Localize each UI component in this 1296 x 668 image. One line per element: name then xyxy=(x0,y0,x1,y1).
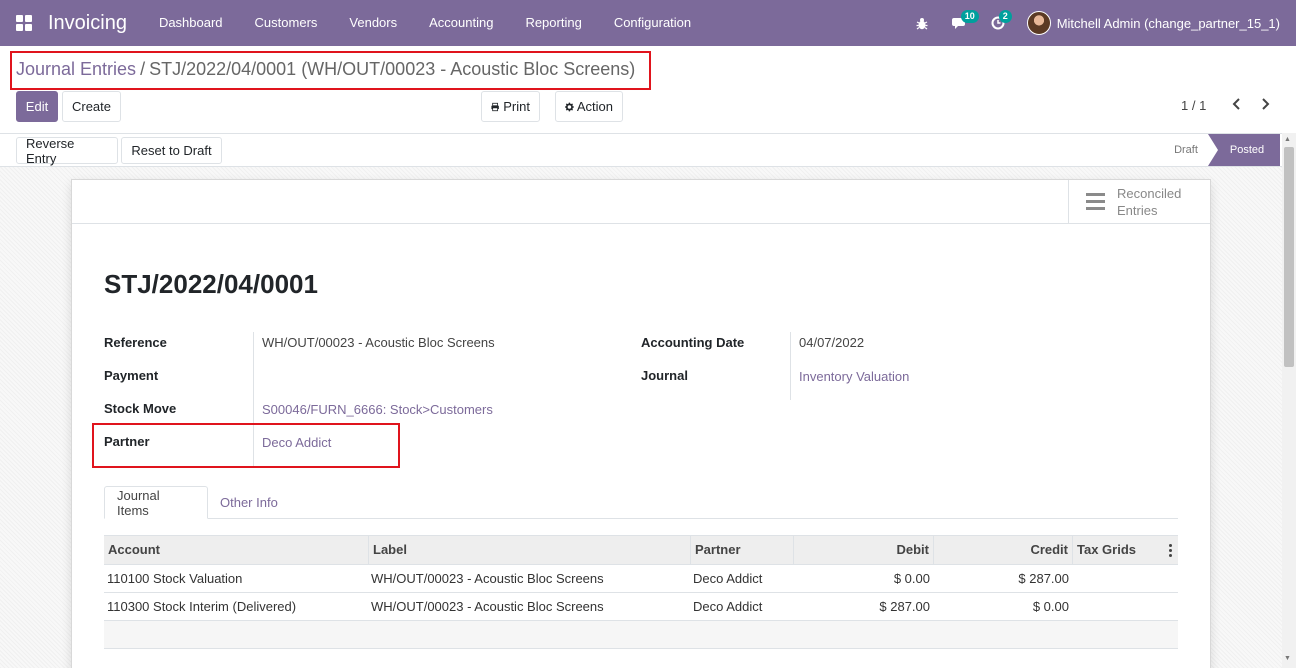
scrollbar-thumb[interactable] xyxy=(1284,147,1294,367)
breadcrumb: Journal Entries / STJ/2022/04/0001 (WH/OUT… xyxy=(16,59,635,80)
pager-previous-icon[interactable] xyxy=(1232,97,1242,115)
print-icon xyxy=(491,102,499,111)
stage-posted[interactable]: Posted xyxy=(1208,134,1280,166)
menu-configuration[interactable]: Configuration xyxy=(598,0,707,46)
action-label: Action xyxy=(576,99,613,114)
print-label: Print xyxy=(503,99,530,114)
cell-label: WH/OUT/00023 - Acoustic Bloc Screens xyxy=(371,599,604,614)
partner-highlight-box xyxy=(92,423,400,468)
empty-table-row xyxy=(104,621,1178,649)
optional-columns-icon[interactable] xyxy=(1169,544,1172,557)
cell-account: 110100 Stock Valuation xyxy=(107,571,243,586)
reference-label: Reference xyxy=(104,335,167,350)
pager-value[interactable]: 1 / 1 xyxy=(1181,98,1206,113)
cell-debit: $ 287.00 xyxy=(879,599,930,614)
action-button[interactable]: Action xyxy=(555,91,623,122)
user-avatar[interactable] xyxy=(1026,11,1051,35)
journal-link[interactable]: Inventory Valuation xyxy=(799,369,909,384)
cell-credit: $ 0.00 xyxy=(1032,599,1069,614)
menu-customers[interactable]: Customers xyxy=(239,0,334,46)
form-sheet: Reconciled Entries STJ/2022/04/0001 Refe… xyxy=(71,179,1211,668)
cell-account: 110300 Stock Interim (Delivered) xyxy=(107,599,297,614)
tab-journal-items[interactable]: Journal Items xyxy=(104,486,208,519)
table-row[interactable]: 110300 Stock Interim (Delivered) WH/OUT/… xyxy=(104,593,1178,621)
reverse-entry-button[interactable]: Reverse Entry xyxy=(16,136,118,166)
column-tax-grids[interactable]: Tax Grids xyxy=(1072,536,1178,564)
messages-badge: 10 xyxy=(960,10,979,23)
navbar-systray: 10 2 Mitchell Admin (change_partner_15_1… xyxy=(903,0,1296,46)
top-navbar: Invoicing Dashboard Customers Vendors Ac… xyxy=(0,0,1296,46)
record-title: STJ/2022/04/0001 xyxy=(104,269,318,299)
user-menu[interactable]: Mitchell Admin (change_partner_15_1) xyxy=(1057,16,1280,31)
stock-move-label: Stock Move xyxy=(104,401,177,416)
journal-items-table: Account Label Partner Debit Credit Tax G… xyxy=(104,535,1178,649)
notebook-tabs: Journal Items Other Info xyxy=(104,486,1178,519)
scroll-up-icon[interactable]: ▲ xyxy=(1284,136,1291,143)
status-bar: Reverse Entry Reset to Draft Draft Poste… xyxy=(0,133,1296,167)
accounting-date-label: Accounting Date xyxy=(641,335,745,350)
table-row[interactable]: 110100 Stock Valuation WH/OUT/00023 - Ac… xyxy=(104,565,1178,593)
scroll-down-icon[interactable]: ▼ xyxy=(1284,655,1291,662)
cell-label: WH/OUT/00023 - Acoustic Bloc Screens xyxy=(371,571,604,586)
accounting-date-value: 04/07/2022 xyxy=(799,335,865,350)
chat-icon[interactable]: 10 xyxy=(941,0,979,46)
gear-icon xyxy=(565,102,574,111)
stock-move-link[interactable]: S00046/FURN_6666: Stock>Customers xyxy=(262,402,493,417)
reconciled-entries-line2: Entries xyxy=(1117,202,1158,218)
main-menu: Dashboard Customers Vendors Accounting R… xyxy=(143,0,707,46)
column-label[interactable]: Label xyxy=(368,536,690,564)
print-button[interactable]: Print xyxy=(481,91,540,122)
journal-label: Journal xyxy=(641,368,688,383)
payment-label: Payment xyxy=(104,368,159,383)
reconciled-entries-line1: Reconciled xyxy=(1117,185,1182,201)
activities-badge: 2 xyxy=(998,10,1012,23)
menu-reporting[interactable]: Reporting xyxy=(509,0,597,46)
breadcrumb-current: STJ/2022/04/0001 (WH/OUT/00023 - Acousti… xyxy=(149,59,636,79)
stage-draft[interactable]: Draft xyxy=(1160,134,1212,166)
create-button[interactable]: Create xyxy=(62,91,121,122)
edit-button[interactable]: Edit xyxy=(16,91,58,122)
menu-dashboard[interactable]: Dashboard xyxy=(143,0,239,46)
cell-credit: $ 287.00 xyxy=(1018,571,1069,586)
column-debit[interactable]: Debit xyxy=(793,536,933,564)
menu-accounting[interactable]: Accounting xyxy=(413,0,509,46)
reset-to-draft-button[interactable]: Reset to Draft xyxy=(121,137,222,164)
breadcrumb-journal-entries[interactable]: Journal Entries xyxy=(16,59,136,79)
column-credit[interactable]: Credit xyxy=(933,536,1072,564)
tab-other-info[interactable]: Other Info xyxy=(208,486,290,519)
column-account[interactable]: Account xyxy=(104,536,368,564)
reconciled-entries-button[interactable]: Reconciled Entries xyxy=(1068,180,1210,223)
cell-debit: $ 0.00 xyxy=(893,571,930,586)
table-header: Account Label Partner Debit Credit Tax G… xyxy=(104,535,1178,565)
list-icon xyxy=(1086,193,1105,210)
reconciled-entries-label: Reconciled Entries xyxy=(1117,185,1197,219)
apps-menu-icon[interactable] xyxy=(0,0,48,46)
menu-vendors[interactable]: Vendors xyxy=(333,0,413,46)
column-partner[interactable]: Partner xyxy=(690,536,793,564)
app-brand[interactable]: Invoicing xyxy=(48,12,127,35)
right-group-separator xyxy=(790,332,791,400)
bug-icon[interactable] xyxy=(903,0,941,46)
cell-partner: Deco Addict xyxy=(693,599,763,614)
cell-partner: Deco Addict xyxy=(693,571,763,586)
smart-button-box: Reconciled Entries xyxy=(72,180,1210,224)
reference-value: WH/OUT/00023 - Acoustic Bloc Screens xyxy=(262,335,495,350)
breadcrumb-separator: / xyxy=(140,59,146,79)
clock-icon[interactable]: 2 xyxy=(979,0,1017,46)
pager-next-icon[interactable] xyxy=(1260,97,1270,115)
